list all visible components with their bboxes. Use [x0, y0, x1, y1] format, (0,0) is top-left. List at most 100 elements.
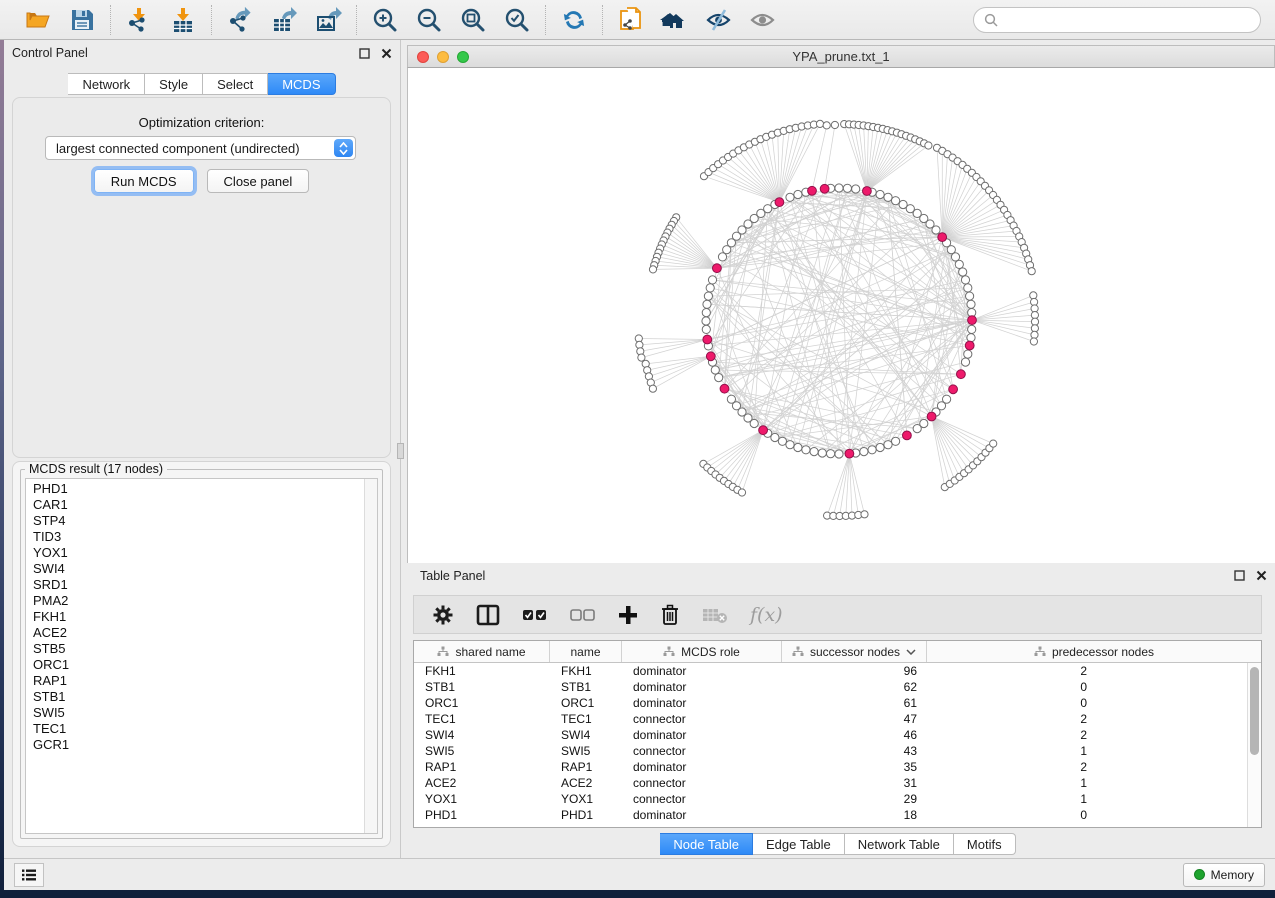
- node-table-header: shared name name MCDS role successor nod…: [414, 641, 1261, 663]
- table-row[interactable]: STB1 STB1 dominator 62 0: [414, 679, 1247, 695]
- column-header-predecessor-nodes[interactable]: predecessor nodes: [927, 641, 1261, 662]
- float-panel-icon[interactable]: [358, 47, 370, 59]
- control-panel-tab[interactable]: Network: [68, 73, 145, 95]
- zoom-in-button[interactable]: [370, 5, 400, 35]
- plus-icon: [618, 605, 638, 625]
- run-mcds-button[interactable]: Run MCDS: [94, 169, 194, 193]
- table-row[interactable]: TEC1 TEC1 connector 47 2: [414, 711, 1247, 727]
- search-field-container: [973, 7, 1261, 33]
- save-session-button[interactable]: [67, 5, 97, 35]
- mcds-result-item[interactable]: CAR1: [26, 497, 364, 513]
- function-builder-button-disabled: f(x): [750, 600, 783, 630]
- add-column-button[interactable]: [618, 600, 638, 630]
- export-network-button[interactable]: [225, 5, 255, 35]
- search-input[interactable]: [1004, 13, 1250, 27]
- table-row[interactable]: ACE2 ACE2 connector 31 1: [414, 775, 1247, 791]
- control-panel-tab[interactable]: Style: [145, 73, 203, 95]
- delete-column-button[interactable]: [660, 600, 680, 630]
- show-eye-button[interactable]: [748, 5, 778, 35]
- zoom-out-button[interactable]: [414, 5, 444, 35]
- control-panel-tab[interactable]: Select: [203, 73, 268, 95]
- network-window-titlebar[interactable]: YPA_prune.txt_1: [407, 45, 1275, 68]
- deselect-all-button[interactable]: [570, 600, 596, 630]
- optimization-criterion-label: Optimization criterion:: [13, 115, 390, 130]
- mcds-result-item[interactable]: SWI4: [26, 561, 364, 577]
- table-row[interactable]: YOX1 YOX1 connector 29 1: [414, 791, 1247, 807]
- close-panel-button[interactable]: Close panel: [207, 169, 310, 193]
- table-row[interactable]: ORC1 ORC1 dominator 61 0: [414, 695, 1247, 711]
- split-pane-grip[interactable]: [397, 443, 404, 459]
- eye-icon: [748, 6, 778, 34]
- export-network-icon: [226, 6, 254, 34]
- table-row[interactable]: RAP1 RAP1 dominator 35 2: [414, 759, 1247, 775]
- control-panel: Control Panel NetworkStyleSelectMCDS Opt…: [4, 40, 401, 858]
- export-image-button[interactable]: [313, 5, 343, 35]
- memory-button[interactable]: Memory: [1183, 863, 1265, 887]
- shared-column-icon: [663, 646, 675, 657]
- table-tab[interactable]: Motifs: [954, 833, 1016, 855]
- control-panel-tab[interactable]: MCDS: [268, 73, 335, 95]
- mcds-result-item[interactable]: ORC1: [26, 657, 364, 673]
- table-row[interactable]: FKH1 FKH1 dominator 96 2: [414, 663, 1247, 679]
- zoom-fit-button[interactable]: [458, 5, 488, 35]
- close-panel-icon[interactable]: [1255, 570, 1267, 582]
- mcds-result-item[interactable]: FKH1: [26, 609, 364, 625]
- node-table: shared name name MCDS role successor nod…: [413, 640, 1262, 828]
- houses-icon: [660, 6, 690, 34]
- table-scrollbar-thumb[interactable]: [1250, 667, 1259, 755]
- select-all-button[interactable]: [522, 600, 548, 630]
- mcds-tab-content: Optimization criterion: largest connecte…: [12, 97, 391, 458]
- import-table-icon: [169, 6, 197, 34]
- column-header-mcds-role[interactable]: MCDS role: [622, 641, 782, 662]
- mcds-result-item[interactable]: STB5: [26, 641, 364, 657]
- eye-slash-icon: [704, 6, 734, 34]
- table-row[interactable]: PHD1 PHD1 dominator 18 0: [414, 807, 1247, 823]
- float-panel-icon[interactable]: [1233, 570, 1245, 582]
- clipboard-share-button[interactable]: [616, 5, 646, 35]
- mcds-result-item[interactable]: STP4: [26, 513, 364, 529]
- table-tab[interactable]: Node Table: [660, 833, 753, 855]
- zoom-out-icon: [415, 6, 443, 34]
- open-file-button[interactable]: [23, 5, 53, 35]
- task-history-button[interactable]: [14, 863, 44, 887]
- mcds-result-item[interactable]: SWI5: [26, 705, 364, 721]
- network-canvas[interactable]: [407, 68, 1275, 563]
- import-network-button[interactable]: [124, 5, 154, 35]
- column-header-successor-nodes[interactable]: successor nodes: [782, 641, 927, 662]
- table-scrollbar[interactable]: [1247, 663, 1261, 827]
- mcds-result-item[interactable]: PMA2: [26, 593, 364, 609]
- hide-eye-button[interactable]: [704, 5, 734, 35]
- import-network-icon: [125, 6, 153, 34]
- mcds-result-item[interactable]: STB1: [26, 689, 364, 705]
- show-column-button[interactable]: [476, 600, 500, 630]
- import-table-button[interactable]: [168, 5, 198, 35]
- table-settings-button[interactable]: [432, 600, 454, 630]
- mcds-result-item[interactable]: SRD1: [26, 577, 364, 593]
- mcds-result-item[interactable]: GCR1: [26, 737, 364, 753]
- mcds-result-item[interactable]: TID3: [26, 529, 364, 545]
- zoom-selected-button[interactable]: [502, 5, 532, 35]
- mcds-result-item[interactable]: ACE2: [26, 625, 364, 641]
- table-row[interactable]: SWI4 SWI4 dominator 46 2: [414, 727, 1247, 743]
- close-panel-icon[interactable]: [380, 47, 392, 59]
- zoom-selected-icon: [503, 6, 531, 34]
- column-header-shared-name[interactable]: shared name: [414, 641, 550, 662]
- export-table-button[interactable]: [269, 5, 299, 35]
- status-bar: Memory: [4, 858, 1275, 890]
- column-header-name[interactable]: name: [550, 641, 622, 662]
- mcds-result-item[interactable]: TEC1: [26, 721, 364, 737]
- mcds-result-list[interactable]: PHD1CAR1STP4TID3YOX1SWI4SRD1PMA2FKH1ACE2…: [25, 478, 378, 834]
- cybrowser-button[interactable]: [660, 5, 690, 35]
- criterion-dropdown[interactable]: largest connected component (undirected): [45, 136, 356, 160]
- shared-column-icon: [437, 646, 449, 657]
- table-tab[interactable]: Edge Table: [753, 833, 845, 855]
- mcds-result-item[interactable]: PHD1: [26, 481, 364, 497]
- mcds-result-item[interactable]: YOX1: [26, 545, 364, 561]
- table-tab[interactable]: Network Table: [845, 833, 954, 855]
- main-toolbar: [0, 0, 1275, 40]
- apply-layout-button[interactable]: [559, 5, 589, 35]
- delete-table-button-disabled: [702, 600, 728, 630]
- mcds-list-scrollbar[interactable]: [364, 479, 377, 833]
- table-row[interactable]: SWI5 SWI5 connector 43 1: [414, 743, 1247, 759]
- mcds-result-item[interactable]: RAP1: [26, 673, 364, 689]
